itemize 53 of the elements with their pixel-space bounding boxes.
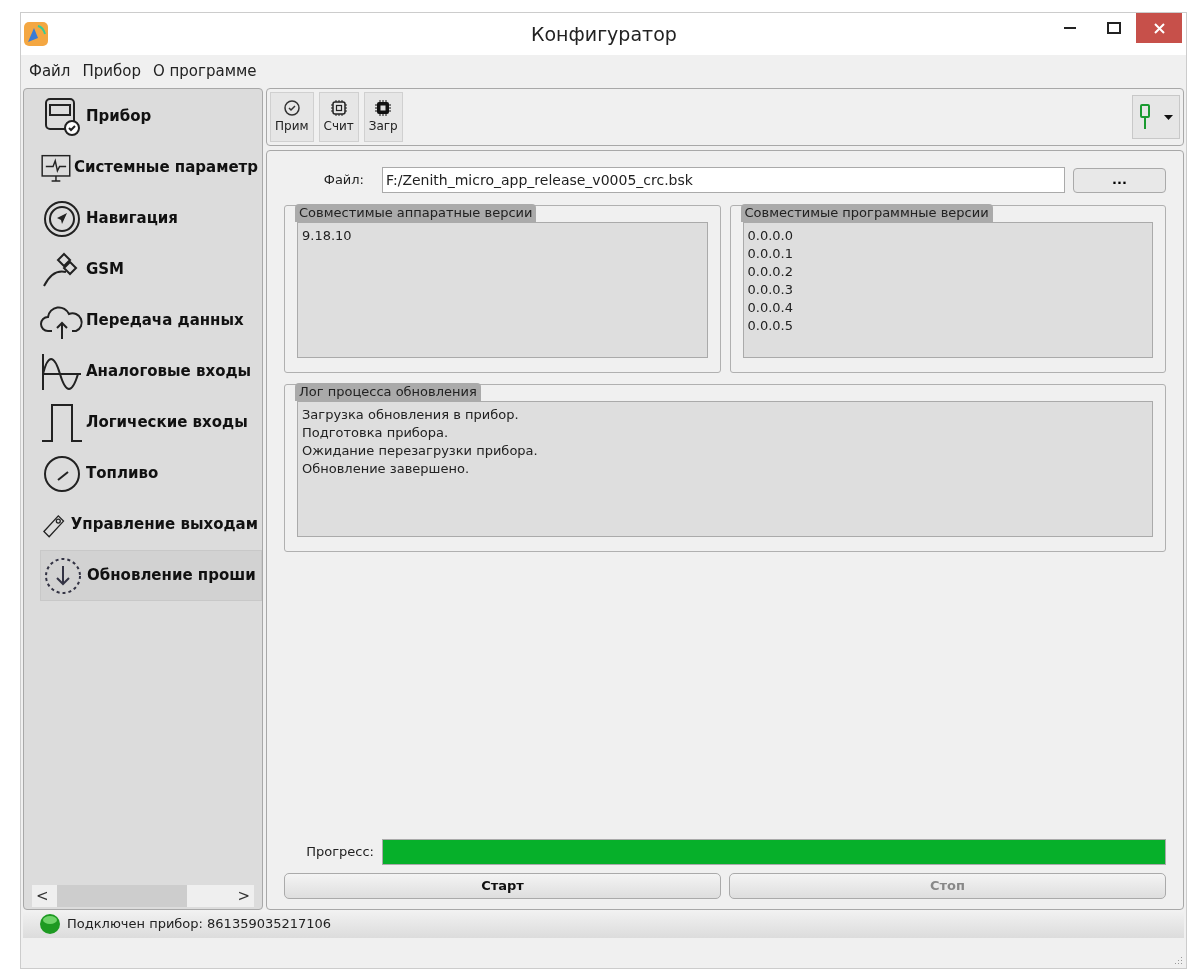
app-logo-icon bbox=[24, 22, 48, 46]
menu-item[interactable]: Прибор bbox=[82, 60, 141, 83]
usb-plug-icon bbox=[1139, 103, 1151, 131]
group-title: Лог процесса обновления bbox=[295, 383, 481, 401]
version-item[interactable]: 0.0.0.3 bbox=[747, 281, 1148, 299]
log-line: Ожидание перезагрузки прибора. bbox=[302, 442, 539, 460]
window-title: Конфигуратор bbox=[531, 21, 677, 47]
chip-icon bbox=[329, 99, 348, 117]
sidebar-item[interactable]: Логические входы bbox=[40, 397, 262, 448]
group-title: Совместимые аппаратные версии bbox=[295, 204, 537, 222]
browse-button[interactable]: ... bbox=[1073, 167, 1166, 193]
scrollbar-thumb[interactable] bbox=[56, 885, 187, 907]
log-line: Обновление завершено. bbox=[302, 460, 471, 478]
version-item[interactable]: 0.0.0.0 bbox=[747, 227, 1148, 245]
sidebar-item[interactable]: Системные параметр bbox=[40, 142, 262, 193]
sidebar-item[interactable]: Обновление проши bbox=[40, 550, 262, 601]
scroll-left-arrow[interactable]: < bbox=[36, 884, 49, 908]
sidebar-item[interactable]: Передача данных bbox=[40, 295, 262, 346]
log-line: Загрузка обновления в прибор. bbox=[302, 406, 520, 424]
version-item[interactable]: 9.18.10 bbox=[302, 227, 703, 245]
file-path-field[interactable]: F:/Zenith_micro_app_release_v0005_crc.bsk bbox=[382, 167, 1065, 193]
log-line: Подготовка прибора. bbox=[302, 424, 450, 442]
sidebar-item[interactable]: Топливо bbox=[40, 448, 262, 499]
connection-dropdown[interactable] bbox=[1132, 95, 1180, 139]
sidebar-item[interactable]: Прибор bbox=[40, 91, 262, 142]
sidebar-item[interactable]: Аналоговые входы bbox=[40, 346, 262, 397]
minimize-icon bbox=[1064, 27, 1076, 29]
version-item[interactable]: 0.0.0.1 bbox=[747, 245, 1148, 263]
toolbar-button[interactable]: Загр bbox=[363, 92, 403, 142]
chip-icon bbox=[374, 99, 393, 117]
close-button[interactable] bbox=[1136, 13, 1182, 43]
sidebar-item[interactable]: Навигация bbox=[40, 193, 262, 244]
version-item[interactable]: 0.0.0.4 bbox=[747, 299, 1148, 317]
horizontal-scrollbar[interactable]: < > bbox=[32, 885, 254, 907]
toolbar-button[interactable]: Прим bbox=[270, 92, 314, 142]
check-circle-icon bbox=[282, 99, 301, 117]
progress-label: Прогресс: bbox=[305, 843, 375, 862]
sidebar-item[interactable]: Управление выходам bbox=[40, 499, 262, 550]
file-label: Файл: bbox=[322, 171, 365, 190]
start-button[interactable]: Старт bbox=[284, 873, 721, 899]
toolbar-button[interactable]: Счит bbox=[318, 92, 359, 142]
menu-item[interactable]: О программе bbox=[152, 60, 257, 83]
group-title: Совместимые программные версии bbox=[740, 204, 993, 222]
status-text: Подключен прибор: 861359035217106 bbox=[67, 915, 332, 934]
scroll-right-arrow[interactable]: > bbox=[237, 884, 250, 908]
maximize-icon bbox=[1107, 22, 1121, 34]
version-item[interactable]: 0.0.0.2 bbox=[747, 263, 1148, 281]
menu-item[interactable]: Файл bbox=[29, 60, 71, 83]
dropdown-caret-icon bbox=[1164, 114, 1173, 120]
resize-grip-icon bbox=[1174, 956, 1183, 965]
close-icon bbox=[1153, 22, 1165, 34]
version-item[interactable]: 0.0.0.5 bbox=[747, 317, 1148, 335]
sidebar-item[interactable]: GSM bbox=[40, 244, 262, 295]
